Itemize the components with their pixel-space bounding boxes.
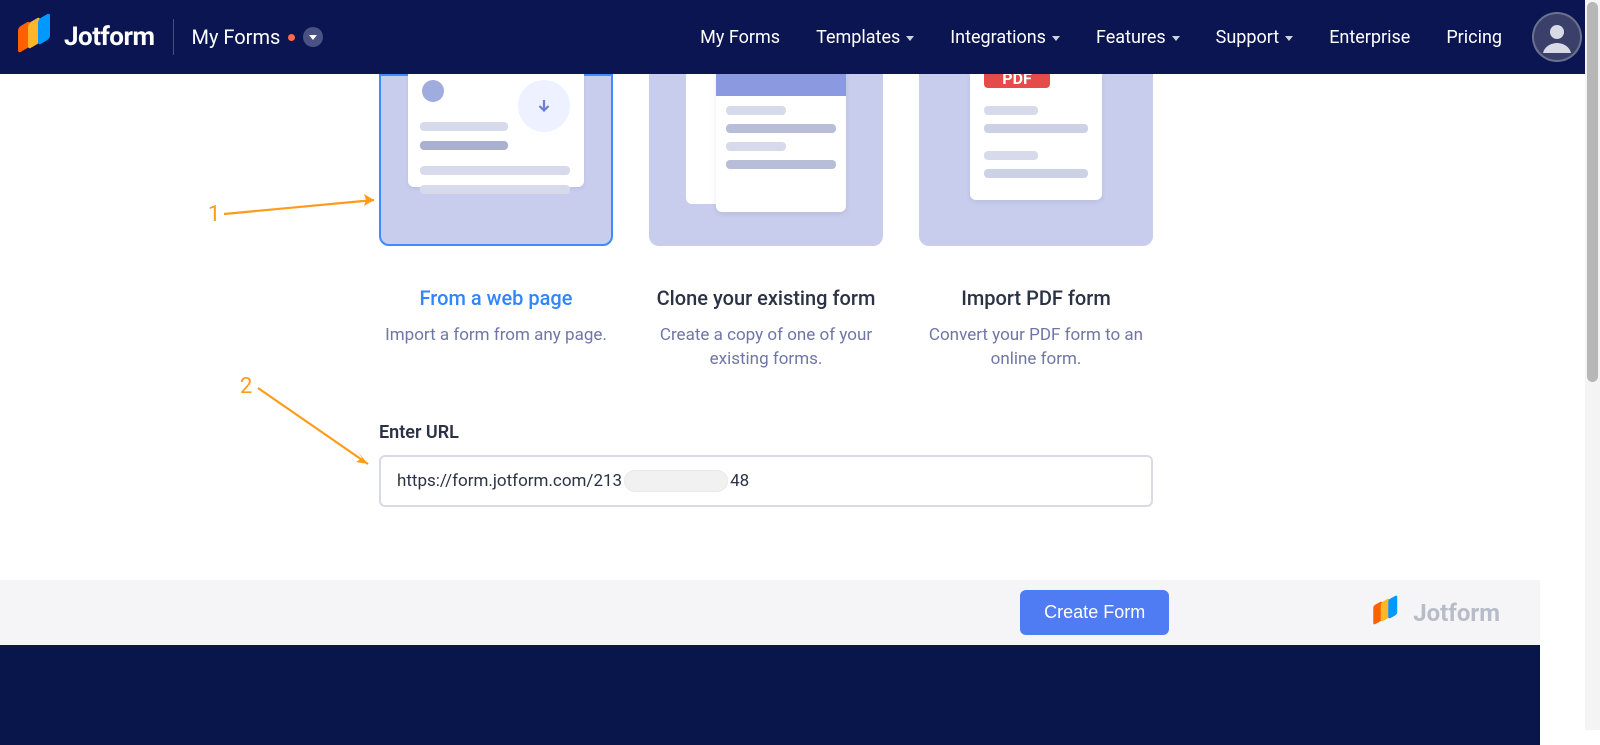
option-import-pdf-form[interactable]: PDF Import PDF form Convert your PDF for… [919,74,1153,372]
option-from-web-page[interactable]: From a web page Import a form from any p… [379,74,613,372]
url-value-prefix: https://form.jotform.com/213 [397,471,622,491]
annotation-step-1: 1 [208,202,220,227]
create-form-button[interactable]: Create Form [1020,590,1169,635]
option-card-illustration [379,74,613,246]
enter-url-input[interactable]: https://form.jotform.com/213 48 [379,455,1153,507]
annotation-step-2: 2 [240,374,252,399]
annotation-arrow-1 [224,200,394,240]
url-value-suffix: 48 [730,471,749,491]
enter-url-label: Enter URL [379,422,1153,443]
brand-name: Jotform [64,22,155,52]
nav-link-label: Enterprise [1329,27,1410,48]
placeholder-circle-icon [422,80,444,102]
option-description: Convert your PDF form to an online form. [919,324,1153,372]
chevron-down-icon [906,36,914,41]
download-circle-icon [518,80,570,132]
avatar-image-icon [1539,19,1575,55]
import-option-cards: From a web page Import a form from any p… [379,74,1153,372]
footer-brand-name: Jotform [1413,599,1500,627]
chevron-down-icon [1285,36,1293,41]
option-description: Create a copy of one of your existing fo… [649,324,883,372]
annotation-arrow-2 [258,388,388,478]
enter-url-section: Enter URL https://form.jotform.com/213 4… [379,422,1153,507]
brand-logo[interactable]: Jotform [18,20,155,54]
nav-link-features[interactable]: Features [1096,27,1180,48]
brand-logo-mark [18,20,52,54]
page-footer-bar: Create Form Jotform [0,580,1540,645]
option-card-illustration [649,74,883,246]
nav-link-enterprise[interactable]: Enterprise [1329,27,1410,48]
my-forms-label: My Forms [192,25,281,49]
top-navbar: Jotform My Forms My Forms Templates Inte… [0,0,1600,74]
nav-link-pricing[interactable]: Pricing [1446,27,1502,48]
nav-link-label: My Forms [700,27,780,48]
option-card-illustration: PDF [919,74,1153,246]
chevron-down-icon [1172,36,1180,41]
nav-link-label: Pricing [1446,27,1502,48]
chevron-down-icon [1052,36,1060,41]
primary-nav-links: My Forms Templates Integrations Features… [700,27,1502,48]
option-clone-existing-form[interactable]: Clone your existing form Create a copy o… [649,74,883,372]
nav-link-label: Integrations [950,27,1046,48]
user-avatar[interactable] [1532,12,1582,62]
option-title: Import PDF form [961,286,1111,310]
redacted-segment [624,470,728,492]
option-title: From a web page [420,286,573,310]
nav-link-support[interactable]: Support [1216,27,1294,48]
nav-link-integrations[interactable]: Integrations [950,27,1060,48]
nav-link-templates[interactable]: Templates [816,27,914,48]
nav-link-label: Features [1096,27,1166,48]
option-title: Clone your existing form [657,286,876,310]
chevron-down-icon [303,27,323,47]
nav-link-label: Support [1216,27,1280,48]
nav-divider [173,19,174,55]
my-forms-dropdown[interactable]: My Forms [192,25,324,49]
nav-link-my-forms[interactable]: My Forms [700,27,780,48]
brand-logo-mark [1373,600,1399,626]
notification-dot-icon [288,34,295,41]
pdf-badge-icon: PDF [984,74,1050,88]
option-description: Import a form from any page. [385,324,607,348]
nav-link-label: Templates [816,27,900,48]
page-bottom-band [0,645,1540,745]
footer-brand-logo: Jotform [1369,596,1500,630]
